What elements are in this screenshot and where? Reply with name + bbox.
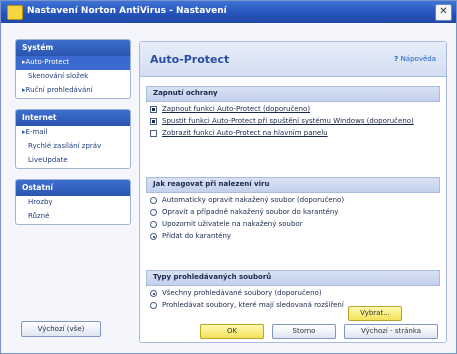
- checkbox-start-at-boot[interactable]: Spustit funkci Auto-Protect při spuštění…: [148, 117, 436, 126]
- title-bar: Nastavení Norton AntiVirus - Nastavení ✕: [1, 1, 456, 23]
- sidebar-item-email[interactable]: E-mail: [16, 126, 130, 140]
- group-heading: Zapnutí ochrany: [146, 86, 440, 102]
- norton-app-icon: [7, 5, 23, 20]
- sidebar-heading: Ostatní: [16, 180, 130, 196]
- radio-all-files[interactable]: Všechny prohledávané soubory (doporučeno…: [148, 289, 436, 298]
- checkbox-show-in-tray[interactable]: Zobrazit funkci Auto-Protect na hlavním …: [148, 129, 436, 138]
- sidebar-item-misc[interactable]: Různé: [16, 210, 130, 224]
- radio-off-icon[interactable]: [150, 221, 157, 228]
- radio-off-icon[interactable]: [150, 197, 157, 204]
- sidebar-item-folder-scan[interactable]: Skenování složek: [16, 70, 130, 84]
- window-title: Nastavení Norton AntiVirus - Nastavení: [27, 6, 227, 16]
- cancel-button[interactable]: Storno: [272, 324, 336, 339]
- radio-on-icon[interactable]: [150, 290, 157, 297]
- page-default-button[interactable]: Výchozí - stránka: [344, 324, 438, 339]
- main-panel: Auto-Protect Nápověda Zapnutí ochrany Za…: [139, 41, 447, 343]
- sidebar-item-instant-messaging[interactable]: Rychlé zasílání zpráv: [16, 140, 130, 154]
- settings-window: Nastavení Norton AntiVirus - Nastavení ✕…: [0, 0, 457, 354]
- close-icon: ✕: [439, 6, 448, 17]
- radio-off-icon[interactable]: [150, 302, 157, 309]
- checkbox-checked-icon[interactable]: [150, 118, 157, 125]
- sidebar-panel-system: Systém Auto-Protect Skenování složek Ruč…: [15, 39, 131, 99]
- group-heading: Jak reagovat při nalezení viru: [146, 177, 440, 193]
- sidebar-item-manual-scan[interactable]: Ruční prohledávání: [16, 84, 130, 98]
- group-virus-action: Jak reagovat při nalezení viru Automatic…: [146, 177, 440, 241]
- radio-repair-or-quarantine[interactable]: Opravit a případně nakažený soubor do ka…: [148, 208, 436, 217]
- page-title: Auto-Protect: [150, 53, 230, 66]
- defaults-all-button[interactable]: Výchozí (vše): [21, 321, 101, 337]
- checkbox-enable-auto-protect[interactable]: Zapnout funkci Auto-Protect (doporučeno): [148, 105, 436, 114]
- group-file-types: Typy prohledávaných souborů Všechny proh…: [146, 270, 440, 310]
- radio-auto-repair[interactable]: Automaticky opravit nakažený soubor (dop…: [148, 196, 436, 205]
- close-button[interactable]: ✕: [435, 4, 452, 21]
- radio-off-icon[interactable]: [150, 209, 157, 216]
- sidebar-panel-other: Ostatní Hrozby Různé: [15, 179, 131, 225]
- checkbox-checked-icon[interactable]: [150, 106, 157, 113]
- select-extensions-button[interactable]: Vybrat...: [348, 306, 402, 321]
- sidebar-item-liveupdate[interactable]: LiveUpdate: [16, 154, 130, 168]
- ok-button[interactable]: OK: [200, 324, 264, 339]
- sidebar: Systém Auto-Protect Skenování složek Ruč…: [15, 39, 131, 235]
- help-link[interactable]: Nápověda: [394, 55, 436, 63]
- radio-notify-user[interactable]: Upozornit uživatele na nakažený soubor: [148, 220, 436, 229]
- sidebar-item-threats[interactable]: Hrozby: [16, 196, 130, 210]
- sidebar-heading: Systém: [16, 40, 130, 56]
- group-enable-protection: Zapnutí ochrany Zapnout funkci Auto-Prot…: [146, 86, 440, 138]
- radio-on-icon[interactable]: [150, 233, 157, 240]
- sidebar-item-auto-protect[interactable]: Auto-Protect: [16, 56, 130, 70]
- radio-quarantine[interactable]: Přidat do karantény: [148, 232, 436, 241]
- main-header: Auto-Protect Nápověda: [140, 42, 446, 77]
- group-heading: Typy prohledávaných souborů: [146, 270, 440, 286]
- sidebar-panel-internet: Internet E-mail Rychlé zasílání zpráv Li…: [15, 109, 131, 169]
- checkbox-unchecked-icon[interactable]: [150, 130, 157, 137]
- sidebar-heading: Internet: [16, 110, 130, 126]
